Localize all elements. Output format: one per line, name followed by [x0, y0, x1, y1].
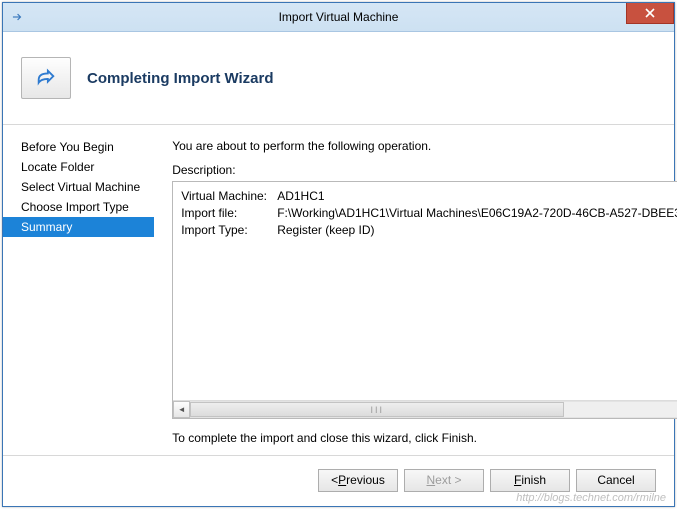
scroll-left-arrow-icon[interactable]: ◄ [173, 401, 190, 418]
summary-details: Virtual Machine: AD1HC1 Import file: F:\… [173, 182, 677, 400]
description-label: Description: [172, 163, 677, 177]
detail-row-file: Import file: F:\Working\AD1HC1\Virtual M… [181, 205, 677, 221]
wizard-steps-sidebar: Before You Begin Locate Folder Select Vi… [3, 125, 154, 455]
titlebar-app-icon [3, 3, 31, 31]
close-icon [645, 8, 655, 18]
wizard-header: Completing Import Wizard [3, 32, 674, 125]
scroll-track[interactable]: III [190, 401, 677, 418]
completion-instruction: To complete the import and close this wi… [172, 431, 677, 445]
dialog-window: Import Virtual Machine Completing Import… [2, 2, 675, 507]
wizard-page-title: Completing Import Wizard [87, 70, 274, 87]
wizard-header-icon [21, 57, 71, 99]
cancel-button[interactable]: Cancel [576, 469, 656, 492]
wizard-body: Before You Begin Locate Folder Select Vi… [3, 125, 674, 455]
next-button: Next > [404, 469, 484, 492]
share-arrow-icon [32, 67, 60, 89]
title-bar: Import Virtual Machine [3, 3, 674, 32]
button-bar: < Previous Next > Finish Cancel [3, 455, 674, 504]
detail-value: F:\Working\AD1HC1\Virtual Machines\E06C1… [277, 205, 677, 221]
detail-row-vm: Virtual Machine: AD1HC1 [181, 188, 677, 204]
detail-key: Virtual Machine: [181, 188, 277, 204]
detail-row-type: Import Type: Register (keep ID) [181, 222, 677, 238]
finish-button[interactable]: Finish [490, 469, 570, 492]
window-title: Import Virtual Machine [3, 10, 674, 24]
intro-text: You are about to perform the following o… [172, 139, 677, 153]
detail-key: Import file: [181, 205, 277, 221]
wizard-content: You are about to perform the following o… [154, 125, 677, 455]
step-summary[interactable]: Summary [3, 217, 154, 237]
detail-value: AD1HC1 [277, 188, 324, 204]
step-choose-import-type[interactable]: Choose Import Type [3, 197, 154, 217]
detail-value: Register (keep ID) [277, 222, 374, 238]
close-button[interactable] [626, 3, 674, 24]
step-locate-folder[interactable]: Locate Folder [3, 157, 154, 177]
previous-button[interactable]: < Previous [318, 469, 398, 492]
horizontal-scrollbar[interactable]: ◄ III ► [173, 400, 677, 418]
step-select-virtual-machine[interactable]: Select Virtual Machine [3, 177, 154, 197]
summary-details-box: Virtual Machine: AD1HC1 Import file: F:\… [172, 181, 677, 419]
detail-key: Import Type: [181, 222, 277, 238]
step-before-you-begin[interactable]: Before You Begin [3, 137, 154, 157]
scroll-thumb[interactable]: III [190, 402, 564, 417]
